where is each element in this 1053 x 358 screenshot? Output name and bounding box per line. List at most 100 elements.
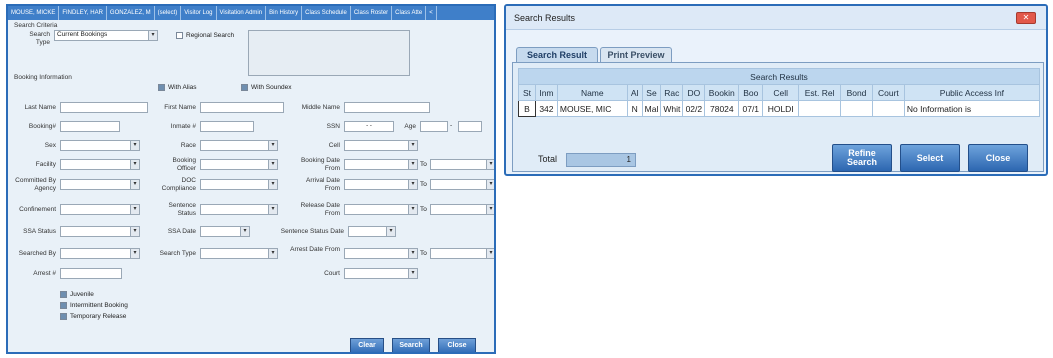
committed-by-agency-select[interactable]: ▾ xyxy=(60,179,140,190)
intermittent-booking-checkbox[interactable]: Intermittent Booking xyxy=(60,302,128,309)
sentence-status-select[interactable]: ▾ xyxy=(200,204,278,215)
column-header[interactable]: Est. Rel xyxy=(798,84,842,101)
court-select[interactable]: ▾ xyxy=(344,268,418,279)
chevron-down-icon: ▾ xyxy=(130,160,139,169)
tab-record-1[interactable]: MOUSE, MICKE xyxy=(8,6,60,20)
column-header[interactable]: Name xyxy=(556,84,628,101)
regional-search-label: Regional Search xyxy=(186,32,235,39)
first-name-label: First Name xyxy=(164,104,196,111)
column-header[interactable]: Bookin xyxy=(704,84,740,101)
tab-class-roster[interactable]: Class Roster xyxy=(351,6,393,20)
arrest-date-to-label: To xyxy=(420,250,427,257)
booking-date-to-select[interactable]: ▾ xyxy=(430,159,494,170)
column-header[interactable]: Al xyxy=(626,84,643,101)
booking-number-input[interactable] xyxy=(60,121,120,132)
tab-scroll-left-icon[interactable]: < xyxy=(426,6,437,20)
chevron-down-icon: ▾ xyxy=(408,269,417,278)
intermittent-booking-label: Intermittent Booking xyxy=(70,302,128,309)
column-header[interactable]: Public Access Inf xyxy=(903,84,1041,101)
with-alias-checkbox[interactable]: With Alias xyxy=(158,84,197,91)
tab-record-3[interactable]: GONZALEZ, M xyxy=(107,6,155,20)
arrest-date-from-select[interactable]: ▾ xyxy=(344,248,418,259)
close-icon[interactable]: ✕ xyxy=(1016,12,1036,24)
table-cell: HOLDI xyxy=(762,100,800,117)
clear-button[interactable]: Clear xyxy=(350,338,384,352)
with-soundex-label: With Soundex xyxy=(251,84,292,91)
checkbox-icon xyxy=(241,84,248,91)
tab-select[interactable]: (select) xyxy=(155,6,182,20)
tab-record-2[interactable]: FINDLEY, HAR xyxy=(59,6,107,20)
age-from-input[interactable] xyxy=(420,121,448,132)
column-header[interactable]: Se xyxy=(641,84,662,101)
arrival-date-from-select[interactable]: ▾ xyxy=(344,179,418,190)
tab-visitation-admin[interactable]: Visitation Admin xyxy=(217,6,267,20)
booking-officer-select[interactable]: ▾ xyxy=(200,159,278,170)
close-button[interactable]: Close xyxy=(438,338,476,352)
facility-select[interactable]: ▾ xyxy=(60,159,140,170)
ssa-date-label: SSA Date xyxy=(167,228,196,235)
middle-name-input[interactable] xyxy=(344,102,430,113)
close-dialog-button[interactable]: Close xyxy=(968,144,1028,172)
confinement-select[interactable]: ▾ xyxy=(60,204,140,215)
tab-visitor-log[interactable]: Visitor Log xyxy=(181,6,217,20)
age-to-input[interactable] xyxy=(458,121,482,132)
checkbox-icon xyxy=(60,302,67,309)
release-date-to-select[interactable]: ▾ xyxy=(430,204,494,215)
doc-compliance-select[interactable]: ▾ xyxy=(200,179,278,190)
column-header[interactable]: Boo xyxy=(738,84,764,101)
sentence-status-date-select[interactable]: ▾ xyxy=(348,226,396,237)
table-row[interactable]: B 342 MOUSE, MIC N Mal Whit 02/2 78024 07/1 HOLDI… xyxy=(518,100,1041,117)
arrival-date-to-select[interactable]: ▾ xyxy=(430,179,494,190)
ssa-status-select[interactable]: ▾ xyxy=(60,226,140,237)
arrest-date-to-select[interactable]: ▾ xyxy=(430,248,494,259)
with-soundex-checkbox[interactable]: With Soundex xyxy=(241,84,291,91)
release-date-from-select[interactable]: ▾ xyxy=(344,204,418,215)
search-type-2-select[interactable]: ▾ xyxy=(200,248,278,259)
grid-caption: Search Results xyxy=(518,68,1040,85)
tab-class-schedule[interactable]: Class Schedule xyxy=(302,6,351,20)
cell-select[interactable]: ▾ xyxy=(344,140,418,151)
column-header[interactable]: Bond xyxy=(840,84,873,101)
checkbox-icon xyxy=(158,84,165,91)
booking-date-from-select[interactable]: ▾ xyxy=(344,159,418,170)
arrest-number-label: Arrest # xyxy=(33,270,56,277)
arrest-number-input[interactable] xyxy=(60,268,122,279)
regional-search-area xyxy=(248,30,410,76)
search-button[interactable]: Search xyxy=(392,338,430,352)
chevron-down-icon: ▾ xyxy=(268,180,277,189)
chevron-down-icon: ▾ xyxy=(268,205,277,214)
tab-class-attendance[interactable]: Class Atte xyxy=(392,6,427,20)
search-type-select[interactable]: Current Bookings ▾ xyxy=(54,30,158,41)
column-header[interactable]: DO xyxy=(682,84,706,101)
tab-bin-history[interactable]: Bin History xyxy=(266,6,303,20)
column-header[interactable]: Rac xyxy=(660,84,684,101)
total-label: Total xyxy=(538,154,558,164)
first-name-input[interactable] xyxy=(200,102,284,113)
results-grid: Search Results St Inm Name Al Se Rac DO Bookin B… xyxy=(518,68,1041,117)
temporary-release-checkbox[interactable]: Temporary Release xyxy=(60,313,126,320)
tab-print-preview[interactable]: Print Preview xyxy=(600,47,672,62)
juvenile-checkbox[interactable]: Juvenile xyxy=(60,291,94,298)
chevron-down-icon: ▾ xyxy=(386,227,395,236)
ssa-date-select[interactable]: ▾ xyxy=(200,226,250,237)
with-alias-label: With Alias xyxy=(168,84,197,91)
inmate-number-input[interactable] xyxy=(200,121,254,132)
refine-search-button[interactable]: Refine Search xyxy=(832,144,892,172)
release-date-from-label: Release Date From xyxy=(300,202,340,217)
sentence-status-label: Sentence Status xyxy=(168,202,196,217)
record-tab-bar: MOUSE, MICKE FINDLEY, HAR GONZALEZ, M (s… xyxy=(8,6,494,20)
column-header[interactable]: St xyxy=(518,84,536,101)
table-cell: N xyxy=(626,100,643,117)
ssn-input[interactable]: - - xyxy=(344,121,394,132)
tab-search-result[interactable]: Search Result xyxy=(516,47,598,62)
column-header[interactable]: Inm xyxy=(534,84,558,101)
column-header[interactable]: Court xyxy=(871,84,905,101)
searched-by-label: Searched By xyxy=(18,250,56,257)
searched-by-select[interactable]: ▾ xyxy=(60,248,140,259)
last-name-input[interactable] xyxy=(60,102,148,113)
sex-select[interactable]: ▾ xyxy=(60,140,140,151)
regional-search-checkbox[interactable]: Regional Search xyxy=(176,32,234,39)
column-header[interactable]: Cell xyxy=(762,84,800,101)
select-button[interactable]: Select xyxy=(900,144,960,172)
race-select[interactable]: ▾ xyxy=(200,140,278,151)
